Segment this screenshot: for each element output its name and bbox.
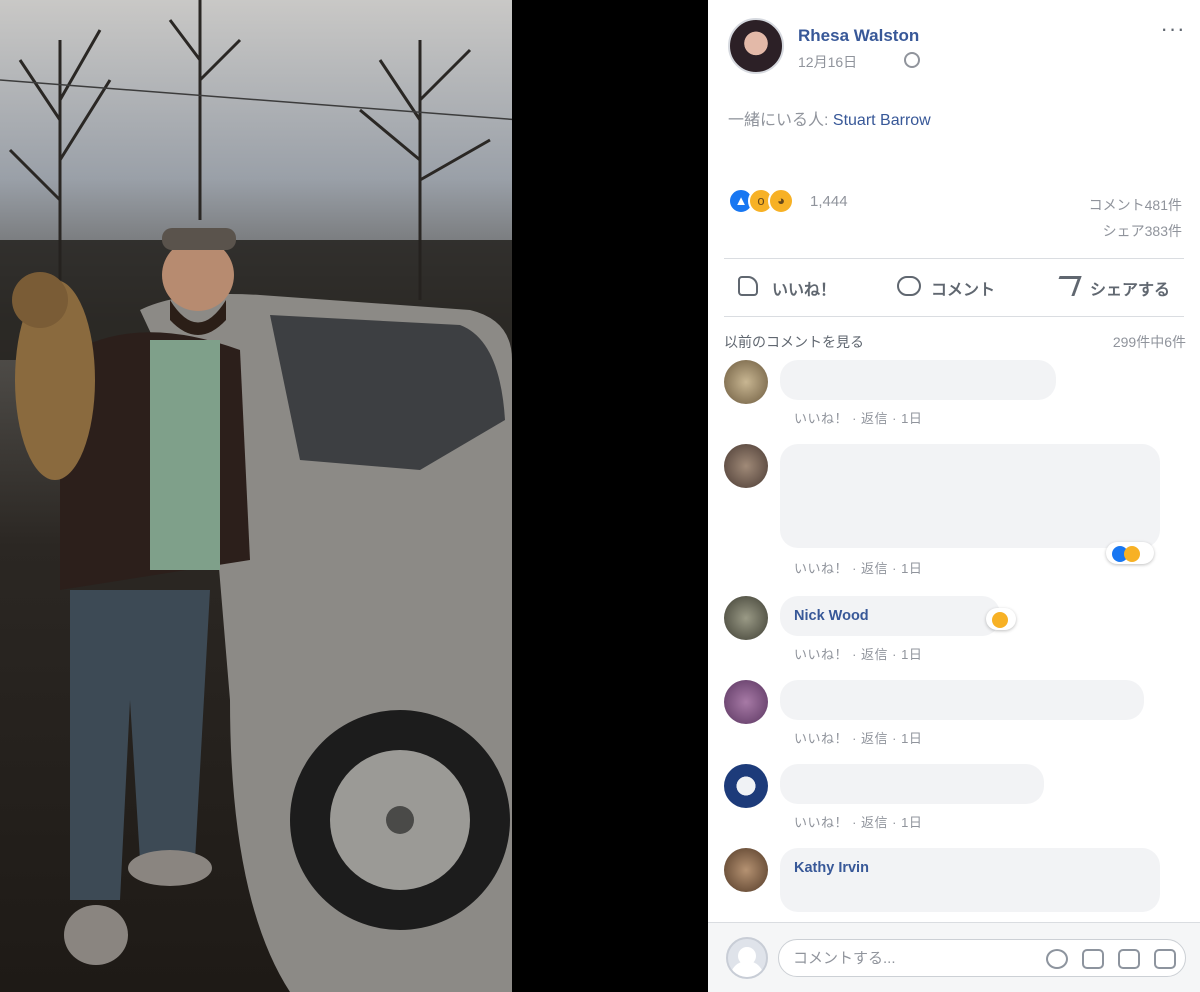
post-side-panel: Rhesa Walston 12月16日 ··· 一緒にいる人: Stuart … xyxy=(708,0,1200,992)
comment-meta[interactable]: いいね！ · 返信 · 1日 xyxy=(794,408,922,427)
photo-illustration xyxy=(0,0,512,992)
more-options-icon[interactable]: ··· xyxy=(1158,18,1188,42)
gif-icon[interactable] xyxy=(1118,949,1140,969)
comment-count[interactable]: コメント481件 xyxy=(1089,192,1182,218)
comment-bubble: Kathy Irvin xyxy=(780,848,1160,912)
haha-reaction-icon xyxy=(1124,545,1140,562)
comment-button-label: コメント xyxy=(930,282,995,299)
post-photo xyxy=(0,0,512,992)
comment-bubble xyxy=(780,680,1144,720)
comments-shown-count: 299件中6件 xyxy=(1112,334,1186,350)
commenter-name[interactable]: Nick Wood xyxy=(794,608,869,624)
comment-bubble xyxy=(780,360,1056,400)
engagement-counts: コメント481件 シェア383件 xyxy=(1089,192,1182,244)
tagged-person-link[interactable]: Stuart Barrow xyxy=(833,112,931,129)
comment-meta[interactable]: いいね！ · 返信 · 1日 xyxy=(794,644,922,663)
comment-composer xyxy=(708,922,1200,992)
comment-bubble xyxy=(780,764,1044,804)
comment-reactions[interactable] xyxy=(986,608,1016,630)
comment-meta[interactable]: いいね！ · 返信 · 1日 xyxy=(794,558,922,577)
camera-icon[interactable] xyxy=(1082,949,1104,969)
share-button-label: シェアする xyxy=(1089,282,1170,299)
current-user-avatar xyxy=(726,937,768,979)
photo-background xyxy=(512,0,708,992)
commenter-avatar[interactable] xyxy=(724,764,768,808)
emoji-icon[interactable] xyxy=(1046,949,1068,969)
commenter-avatar[interactable] xyxy=(724,596,768,640)
divider xyxy=(724,258,1184,259)
commenter-avatar[interactable] xyxy=(724,680,768,724)
commenter-name[interactable]: Kathy Irvin xyxy=(794,860,869,876)
share-count[interactable]: シェア383件 xyxy=(1089,218,1182,244)
comment-meta[interactable]: いいね！ · 返信 · 1日 xyxy=(794,812,922,831)
composer-tools xyxy=(1046,949,1176,969)
author-avatar[interactable] xyxy=(728,18,784,74)
post-header: Rhesa Walston 12月16日 ··· xyxy=(728,18,1188,78)
share-button[interactable]: シェアする xyxy=(1052,268,1170,308)
sticker-icon[interactable] xyxy=(1154,949,1176,969)
comment-bubble xyxy=(780,444,1160,548)
comment-meta[interactable]: いいね！ · 返信 · 1日 xyxy=(794,728,922,747)
divider xyxy=(724,316,1184,317)
tagged-line: 一緒にいる人: Stuart Barrow xyxy=(728,106,931,130)
speech-bubble-icon xyxy=(896,276,921,296)
globe-icon xyxy=(904,52,920,68)
comments-header: 以前のコメントを見る 299件中6件 xyxy=(724,332,1186,352)
like-button-label: いいね！ xyxy=(772,282,837,299)
reaction-summary[interactable]: ▲ o ◕ 1,444 xyxy=(728,188,928,218)
comment-button[interactable]: コメント xyxy=(896,268,995,308)
view-previous-comments-link[interactable]: 以前のコメントを見る xyxy=(724,334,864,350)
reaction-count: 1,444 xyxy=(810,193,848,210)
post-date[interactable]: 12月16日 xyxy=(798,52,857,72)
commenter-avatar[interactable] xyxy=(724,848,768,892)
comment-bubble: Nick Wood xyxy=(780,596,1000,636)
like-button[interactable]: いいね！ xyxy=(738,268,836,308)
tagged-prefix: 一緒にいる人: xyxy=(728,112,833,129)
commenter-avatar[interactable] xyxy=(724,360,768,404)
thumbs-up-icon xyxy=(738,276,758,296)
author-name[interactable]: Rhesa Walston xyxy=(798,26,919,46)
share-arrow-icon xyxy=(1052,276,1082,296)
haha-reaction-icon: ◕ xyxy=(768,188,794,214)
post-action-bar: いいね！ コメント シェアする xyxy=(724,268,1184,308)
comment-reactions[interactable] xyxy=(1106,542,1154,564)
haha-reaction-icon xyxy=(992,611,1008,628)
commenter-avatar[interactable] xyxy=(724,444,768,488)
